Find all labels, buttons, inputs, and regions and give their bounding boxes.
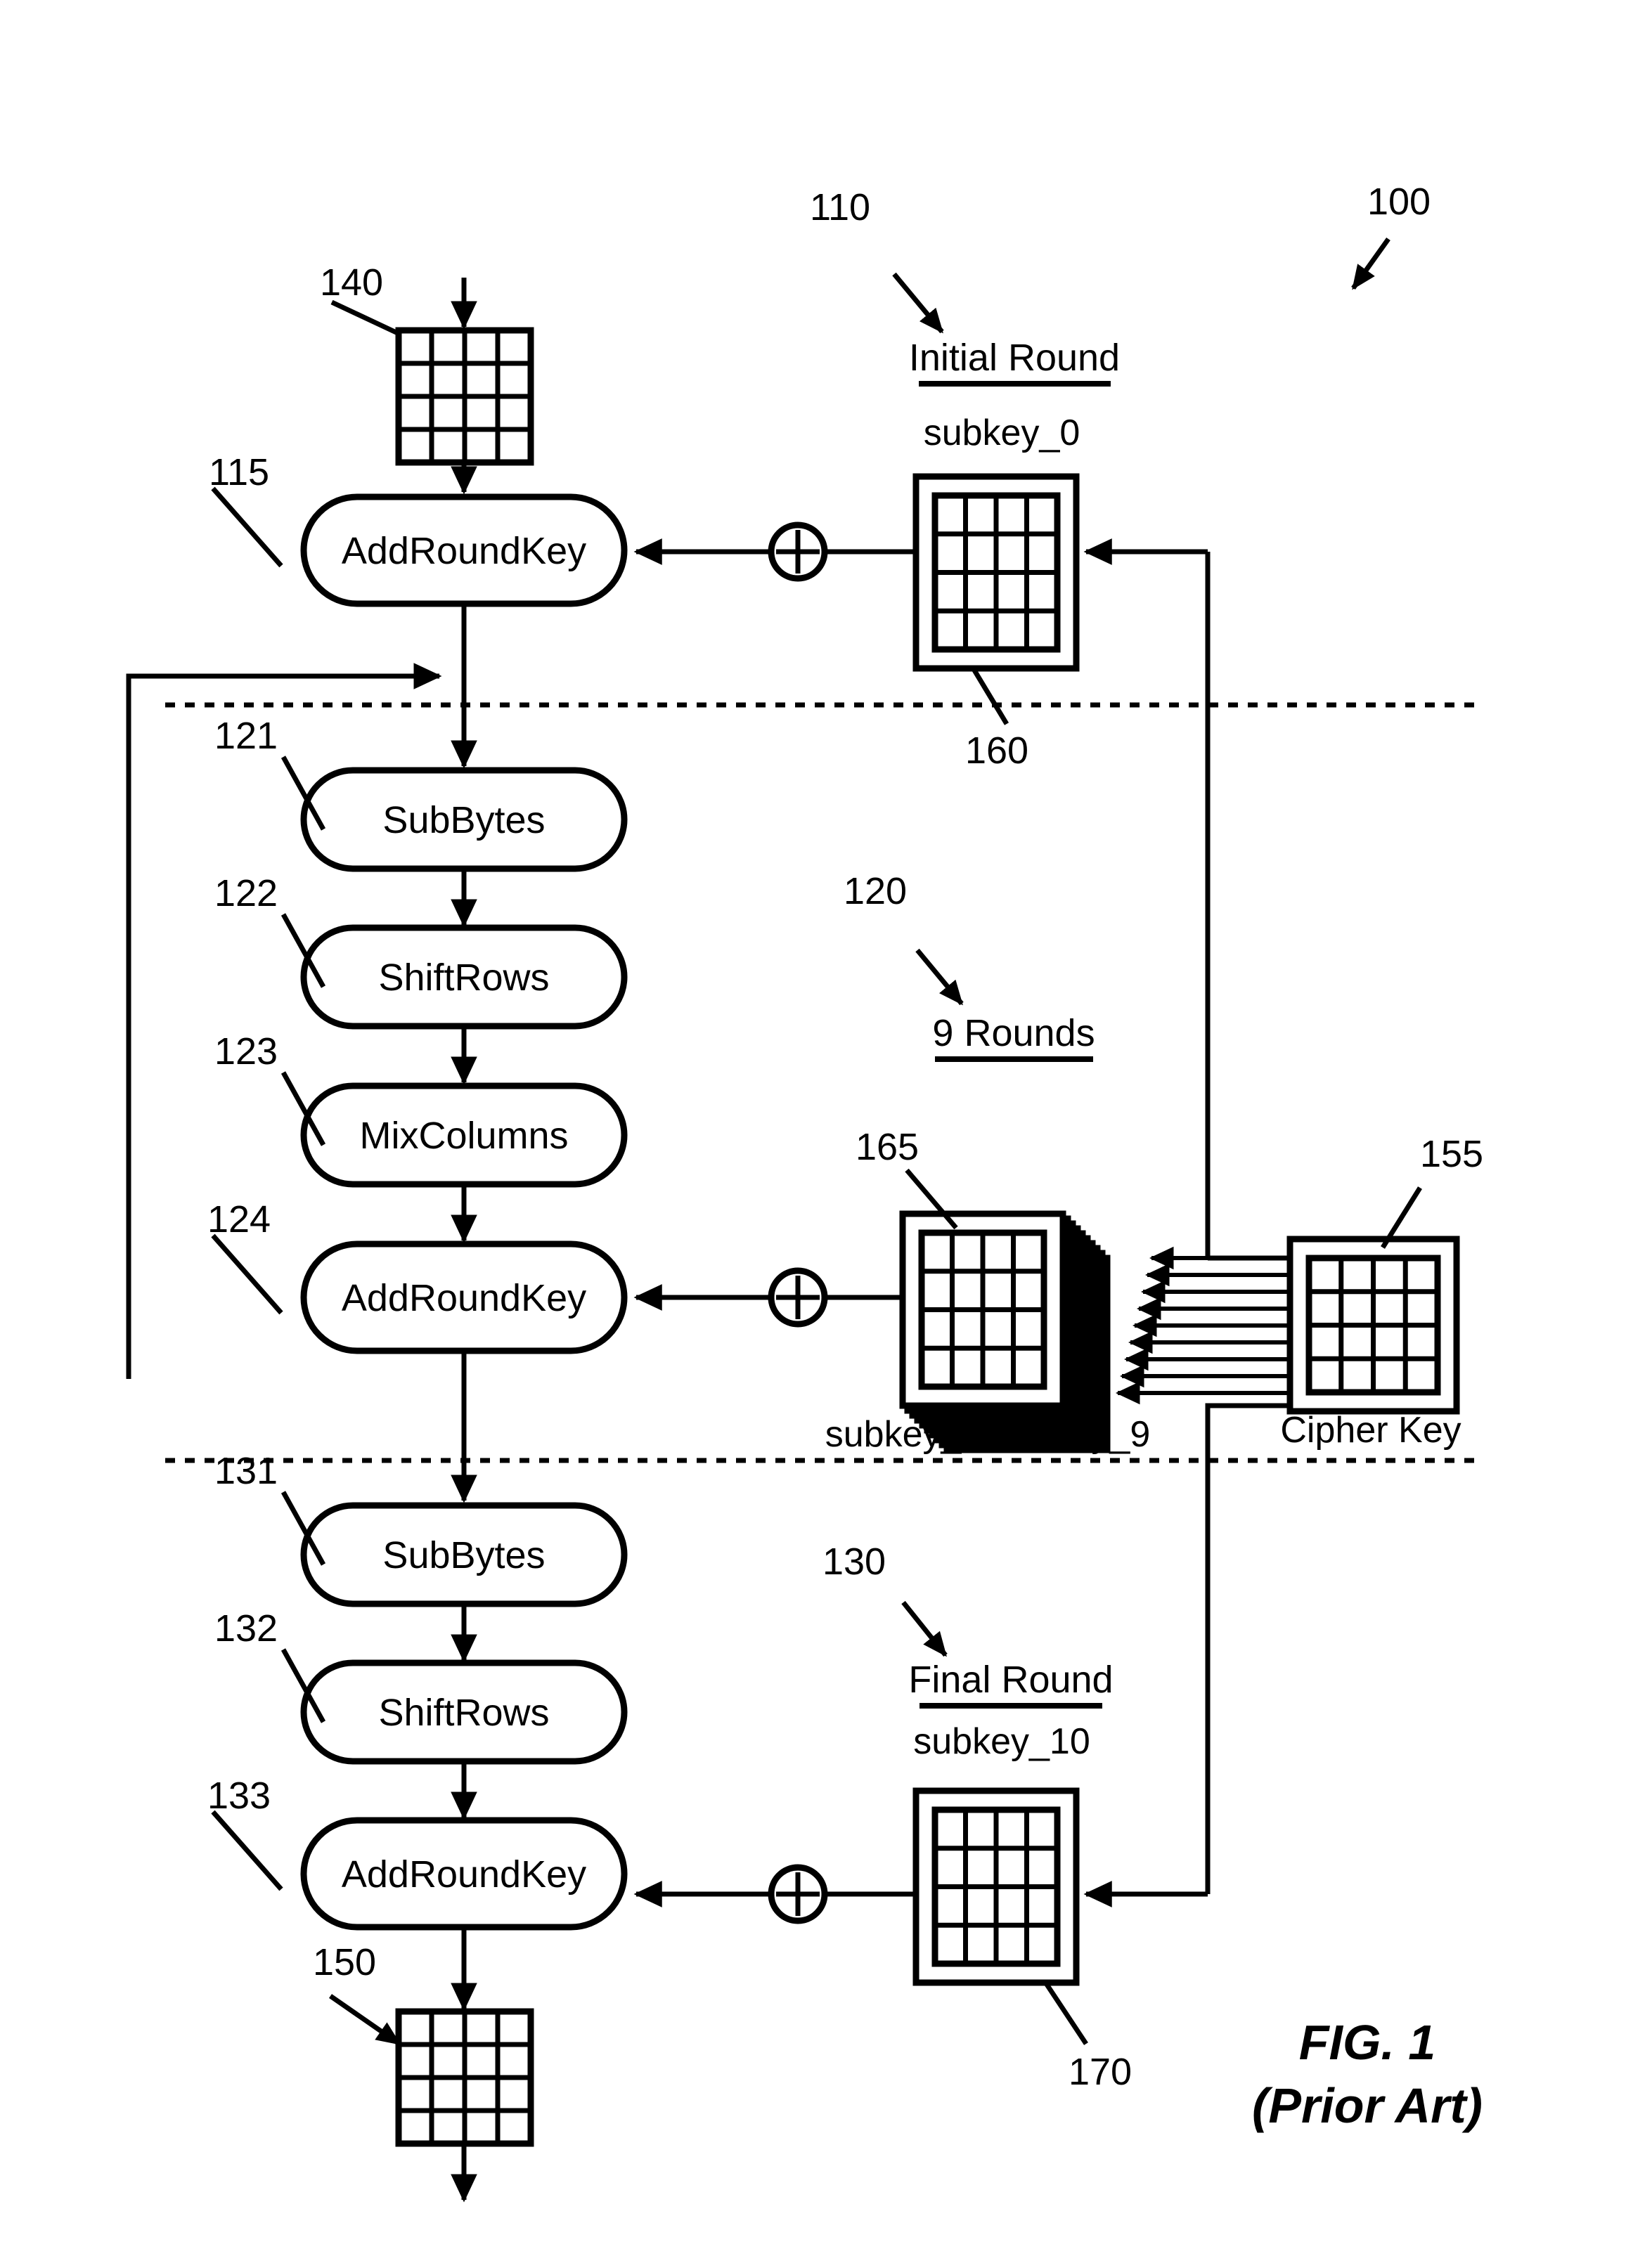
- op-subbytes-131[interactable]: SubBytes: [300, 1502, 628, 1607]
- leader-124: [211, 1233, 283, 1315]
- op-label-133: AddRoundKey: [342, 1853, 586, 1896]
- xor-nine-rounds: [768, 1267, 828, 1328]
- ref-170: 170: [1069, 2051, 1132, 2093]
- cipher-key-label: Cipher Key: [1280, 1410, 1461, 1451]
- leader-120: [915, 948, 964, 1006]
- leader-140: [330, 299, 402, 337]
- key-bus-lower: [1205, 1403, 1302, 1894]
- aes-block-diagram: 140 AddRoundKey 115 SubBytes 121 ShiftRo…: [126, 181, 1483, 2203]
- section-label-initial: Initial Round: [909, 337, 1120, 379]
- subkey-stack-label: subkey_1-subkey_9: [825, 1414, 1151, 1455]
- op-mixcolumns-123[interactable]: MixColumns: [300, 1082, 628, 1188]
- ref-121: 121: [214, 715, 278, 757]
- ref-123: 123: [214, 1030, 278, 1073]
- op-label-115: AddRoundKey: [342, 530, 586, 572]
- op-addroundkey-115[interactable]: AddRoundKey: [300, 493, 628, 607]
- input-state-matrix: [395, 327, 534, 466]
- leader-130: [901, 1600, 948, 1657]
- op-label-123: MixColumns: [359, 1115, 568, 1157]
- ref-110: 110: [810, 186, 870, 228]
- leader-160: [972, 668, 1009, 725]
- ref-155: 155: [1420, 1133, 1483, 1175]
- ref-122: 122: [214, 872, 278, 914]
- leader-100: [1351, 237, 1390, 290]
- figure-caption-line2: (Prior Art): [1252, 2078, 1483, 2133]
- subkey10-box: [912, 1787, 1080, 1986]
- section-label-rounds: 9 Rounds: [932, 1012, 1095, 1054]
- xor-initial-round: [768, 521, 828, 582]
- section-label-final: Final Round: [908, 1659, 1113, 1701]
- ref-130: 130: [822, 1541, 886, 1583]
- ref-165: 165: [856, 1126, 919, 1168]
- op-label-131: SubBytes: [382, 1534, 545, 1576]
- ref-115: 115: [209, 451, 269, 493]
- key-label-subkey0: subkey_0: [924, 413, 1080, 453]
- leader-115: [211, 486, 283, 568]
- xor-final-round: [768, 1864, 828, 1924]
- leader-110: [892, 272, 944, 334]
- op-addroundkey-133[interactable]: AddRoundKey: [300, 1817, 628, 1931]
- ref-160: 160: [965, 730, 1028, 772]
- op-label-122: ShiftRows: [378, 957, 549, 999]
- ref-131: 131: [214, 1450, 278, 1492]
- cipher-key-box: [1286, 1236, 1460, 1415]
- op-label-121: SubBytes: [382, 799, 545, 841]
- key-expansion-arrows: [1116, 1246, 1290, 1405]
- figure-page: 140 AddRoundKey 115 SubBytes 121 ShiftRo…: [0, 0, 1652, 2268]
- ref-133: 133: [207, 1775, 271, 1817]
- output-state-matrix: [395, 2008, 534, 2147]
- op-subbytes-121[interactable]: SubBytes: [300, 767, 628, 872]
- ref-140: 140: [320, 261, 383, 304]
- figure-caption-line1: FIG. 1: [1299, 2015, 1435, 2070]
- ref-120: 120: [844, 870, 907, 912]
- op-label-132: ShiftRows: [378, 1692, 549, 1734]
- leader-170: [1044, 1982, 1088, 2045]
- key-label-subkey10: subkey_10: [913, 1721, 1090, 1762]
- ref-132: 132: [214, 1607, 278, 1650]
- ref-100: 100: [1367, 181, 1431, 223]
- subkey0-box: [912, 473, 1080, 672]
- op-shiftrows-132[interactable]: ShiftRows: [300, 1659, 628, 1765]
- ref-124: 124: [207, 1198, 271, 1240]
- op-shiftrows-122[interactable]: ShiftRows: [300, 924, 628, 1030]
- ref-150: 150: [313, 1941, 376, 1983]
- leader-133: [211, 1810, 283, 1891]
- op-addroundkey-124[interactable]: AddRoundKey: [300, 1240, 628, 1354]
- leader-150: [329, 1994, 401, 2046]
- op-label-124: AddRoundKey: [342, 1277, 586, 1319]
